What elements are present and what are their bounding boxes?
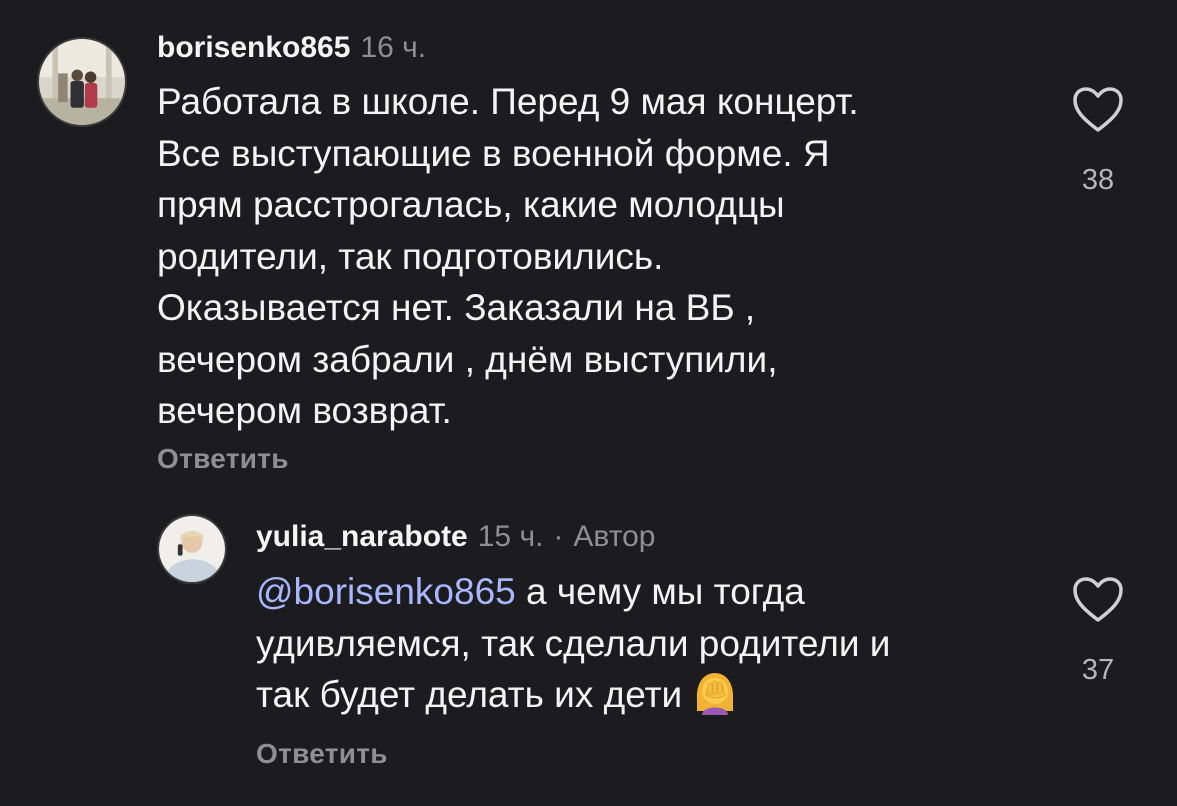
heart-outline-icon[interactable] [1072, 576, 1124, 624]
reply-button[interactable]: Ответить [157, 443, 289, 475]
woman-facepalming-emoji [697, 673, 734, 715]
avatar-photo [159, 516, 225, 582]
avatar[interactable] [157, 514, 227, 584]
avatar[interactable] [37, 37, 127, 127]
comment-text: Работала в школе. Перед 9 мая концерт. В… [157, 81, 859, 431]
mention-link[interactable]: @borisenko865 [256, 571, 516, 612]
like-control: 38 [1068, 86, 1128, 197]
username[interactable]: borisenko865 [157, 31, 350, 64]
reply-header: yulia_narabote 15 ч. · Автор [256, 519, 655, 555]
username[interactable]: yulia_narabote [256, 520, 468, 553]
comment-header: borisenko865 16 ч. [157, 30, 426, 66]
comment-item: borisenko865 16 ч. Работала в школе. Пере… [0, 0, 1177, 490]
author-badge: Автор [573, 520, 656, 553]
avatar-photo [39, 39, 125, 125]
like-count: 38 [1081, 164, 1115, 196]
timestamp: 16 ч. [360, 31, 427, 64]
like-count: 37 [1081, 654, 1115, 686]
like-control: 37 [1068, 576, 1128, 687]
reply-text-line1: а чему мы тогда [515, 571, 805, 612]
reply-button[interactable]: Ответить [256, 738, 388, 770]
heart-outline-icon[interactable] [1072, 86, 1124, 134]
reply-text: @borisenko865 а чему мы тогда удивляемся… [256, 566, 1046, 721]
separator: · [553, 520, 564, 553]
reply-item: yulia_narabote 15 ч. · Автор @borisenko865 … [0, 490, 1177, 806]
timestamp: 15 ч. [477, 520, 544, 553]
reply-text-rest: удивляемся, так сделали родители и так б… [256, 622, 891, 716]
